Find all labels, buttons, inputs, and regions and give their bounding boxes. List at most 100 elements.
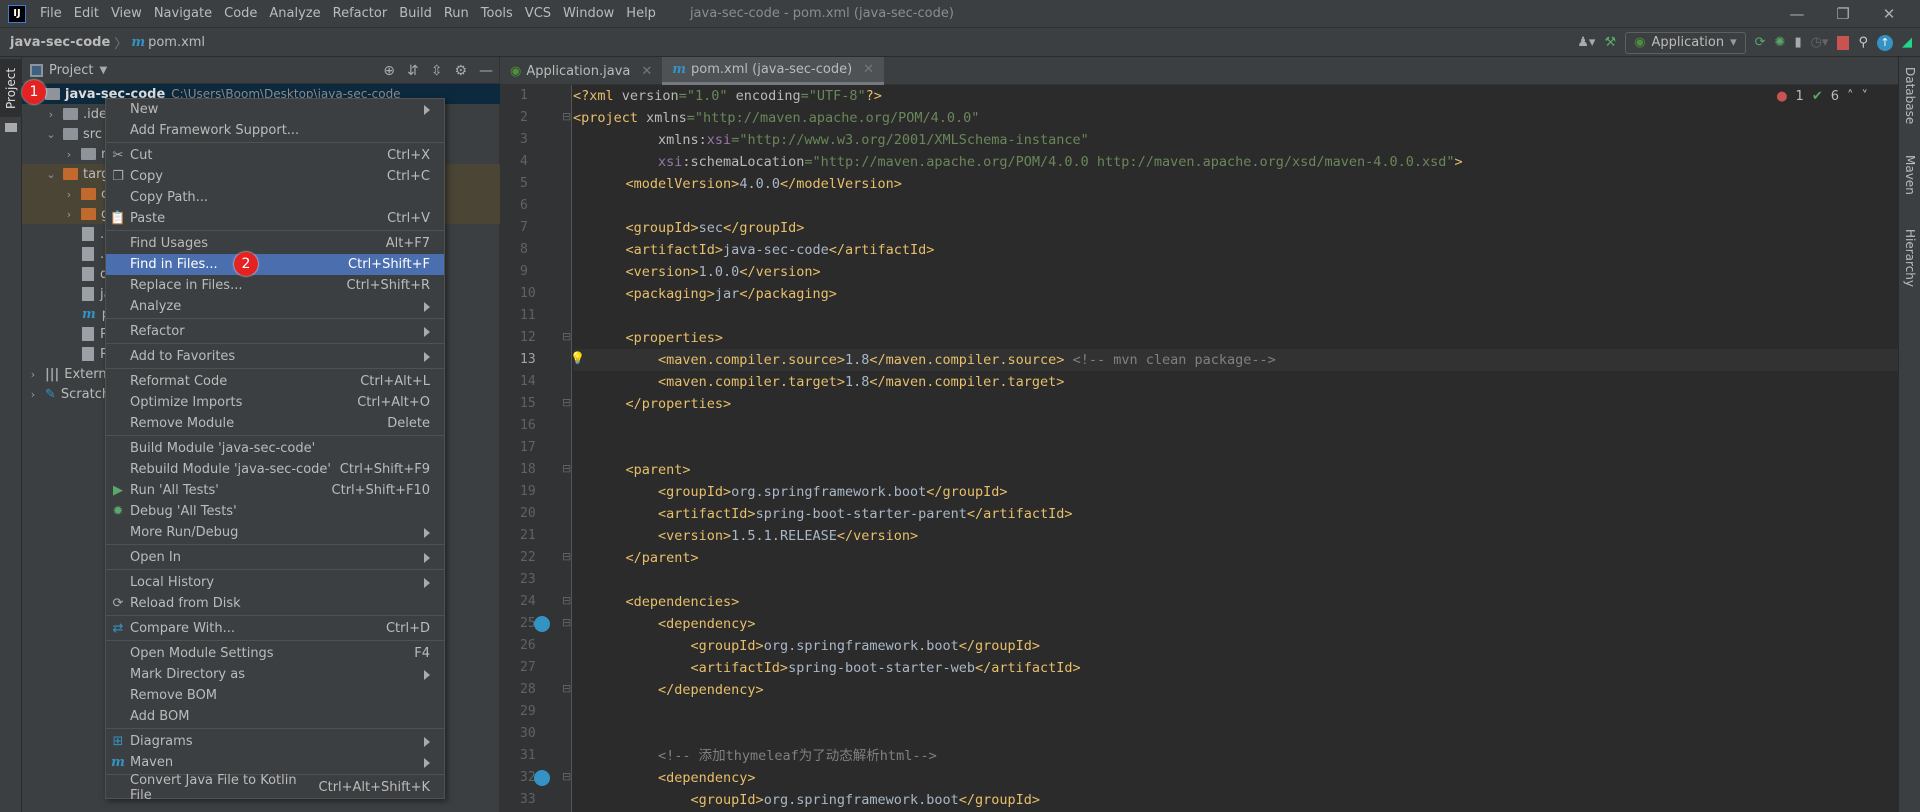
menu-navigate[interactable]: Navigate — [148, 6, 218, 21]
menu-refactor[interactable]: Refactor — [327, 6, 394, 21]
menu-item-new[interactable]: New — [106, 99, 444, 120]
chevron-right-icon[interactable]: › — [26, 368, 40, 381]
chevron-right-icon[interactable]: › — [62, 208, 76, 221]
menu-item-reformat-code[interactable]: Reformat Code Ctrl+Alt+L — [106, 371, 444, 392]
menu-item-cut[interactable]: ✂ Cut Ctrl+X — [106, 145, 444, 166]
menu-build[interactable]: Build — [393, 6, 438, 21]
project-view-select[interactable]: Project — [49, 63, 93, 78]
menu-item-run-all-tests[interactable]: ▶ Run 'All Tests' Ctrl+Shift+F10 — [106, 480, 444, 501]
menu-vcs[interactable]: VCS — [519, 6, 557, 21]
restore-button[interactable]: ❐ — [1820, 0, 1866, 28]
fold-marker-icon[interactable]: ⊟ — [562, 682, 571, 695]
code-token: <maven.compiler.source> — [593, 352, 845, 368]
menu-item-find-in-files[interactable]: Find in Files... 2 Ctrl+Shift+F — [106, 252, 444, 276]
breadcrumb-file[interactable]: pom.xml — [148, 35, 205, 50]
menu-item-more-run-debug[interactable]: More Run/Debug — [106, 522, 444, 543]
menu-item-copy[interactable]: ❐ Copy Ctrl+C — [106, 166, 444, 187]
close-window-button[interactable]: ✕ — [1866, 0, 1912, 28]
fold-marker-icon[interactable]: ⊟ — [562, 550, 571, 563]
minimize-button[interactable]: — — [1774, 0, 1820, 28]
tab-application-java[interactable]: ◉ Application.java ✕ — [500, 57, 662, 85]
menu-item-remove-bom[interactable]: Remove BOM — [106, 685, 444, 706]
menu-analyze[interactable]: Analyze — [263, 6, 326, 21]
menu-run[interactable]: Run — [438, 6, 475, 21]
fold-marker-icon[interactable]: ⊟ — [562, 770, 571, 783]
submenu-arrow-icon — [424, 577, 430, 588]
project-tool-tab[interactable]: Project — [0, 59, 22, 117]
close-tab-icon[interactable]: ✕ — [641, 64, 652, 79]
chevron-right-icon[interactable]: › — [44, 108, 58, 121]
gear-icon[interactable]: ⚙ — [454, 63, 467, 79]
menu-code[interactable]: Code — [218, 6, 263, 21]
fold-marker-icon[interactable]: ⊟ — [562, 594, 571, 607]
menu-item-add-bom[interactable]: Add BOM — [106, 706, 444, 727]
fold-marker-icon[interactable]: ⊟ — [562, 396, 571, 409]
menu-file[interactable]: File — [34, 6, 68, 21]
menu-item-compare-with[interactable]: ⇄ Compare With... Ctrl+D — [106, 618, 444, 639]
menu-item-replace-in-files[interactable]: Replace in Files... Ctrl+Shift+R — [106, 275, 444, 296]
menu-item-copy-path[interactable]: Copy Path... — [106, 187, 444, 208]
chevron-right-icon[interactable]: › — [62, 148, 76, 161]
fold-marker-icon[interactable]: ⊟ — [562, 462, 571, 475]
debug-icon[interactable]: ✺ — [1775, 35, 1786, 50]
menu-item-find-usages[interactable]: Find Usages Alt+F7 — [106, 233, 444, 254]
menu-item-convert-java-file-to-kotlin-file[interactable]: Convert Java File to Kotlin File Ctrl+Alt… — [106, 773, 444, 803]
spring-bean-gutter-icon[interactable] — [534, 770, 550, 786]
menu-item-rebuild-module-java-sec-code[interactable]: Rebuild Module 'java-sec-code' Ctrl+Shift… — [106, 459, 444, 480]
expand-all-icon[interactable]: ⇵ — [407, 63, 419, 79]
profiler-icon[interactable]: ◷▾ — [1811, 35, 1829, 50]
fold-marker-icon[interactable]: ⊟ — [562, 110, 571, 123]
menu-edit[interactable]: Edit — [68, 6, 105, 21]
menu-item-local-history[interactable]: Local History — [106, 572, 444, 593]
menu-item-remove-module[interactable]: Remove Module Delete — [106, 413, 444, 434]
menu-item-open-in[interactable]: Open In — [106, 547, 444, 568]
menu-item-diagrams[interactable]: ⊞ Diagrams — [106, 731, 444, 752]
fold-marker-icon[interactable]: ⊟ — [562, 330, 571, 343]
intention-bulb-icon[interactable]: 💡 — [570, 351, 585, 365]
coverage-icon[interactable]: ▮ — [1794, 35, 1801, 50]
menu-item-add-framework-support[interactable]: Add Framework Support... — [106, 120, 444, 141]
menu-tools[interactable]: Tools — [475, 6, 519, 21]
chevron-down-icon[interactable]: ⌄ — [44, 168, 58, 181]
collapse-all-icon[interactable]: ⇳ — [431, 63, 443, 79]
menu-item-reload-from-disk[interactable]: ⟳ Reload from Disk — [106, 593, 444, 614]
hide-icon[interactable]: — — [479, 63, 493, 79]
inspection-widget[interactable]: ● 1 ✔ 6 ˄ ˅ — [1776, 89, 1868, 104]
breadcrumb-project[interactable]: java-sec-code — [10, 35, 110, 50]
menu-item-optimize-imports[interactable]: Optimize Imports Ctrl+Alt+O — [106, 392, 444, 413]
tab-pom-xml[interactable]: m pom.xml (java-sec-code) ✕ — [662, 57, 885, 85]
next-highlight-icon[interactable]: ˅ — [1862, 89, 1869, 104]
menu-item-maven[interactable]: m Maven — [106, 752, 444, 773]
hierarchy-tool-tab[interactable]: Hierarchy — [1903, 229, 1917, 287]
spring-bean-gutter-icon[interactable] — [534, 616, 550, 632]
menu-item-add-to-favorites[interactable]: Add to Favorites — [106, 346, 444, 367]
update-icon[interactable]: ↑ — [1877, 34, 1893, 51]
menu-help[interactable]: Help — [620, 6, 662, 21]
menu-item-paste[interactable]: 📋 Paste Ctrl+V — [106, 208, 444, 229]
chevron-down-icon[interactable]: ⌄ — [44, 128, 58, 141]
menu-item-analyze[interactable]: Analyze — [106, 296, 444, 317]
close-tab-icon[interactable]: ✕ — [863, 62, 874, 77]
menu-item-open-module-settings[interactable]: Open Module Settings F4 — [106, 643, 444, 664]
search-icon[interactable]: ⚲ — [1858, 35, 1868, 50]
locate-icon[interactable]: ⊕ — [383, 63, 395, 79]
menu-item-debug-all-tests[interactable]: ✹ Debug 'All Tests' — [106, 501, 444, 522]
run-configuration-select[interactable]: ◉ Application ▾ — [1625, 31, 1746, 54]
chevron-right-icon[interactable]: › — [62, 188, 76, 201]
menu-item-refactor[interactable]: Refactor — [106, 321, 444, 342]
build-hammer-icon[interactable]: ⚒ — [1604, 35, 1616, 50]
chevron-right-icon[interactable]: › — [26, 388, 40, 401]
menu-item-mark-directory-as[interactable]: Mark Directory as — [106, 664, 444, 685]
menu-view[interactable]: View — [105, 6, 148, 21]
fold-marker-icon[interactable]: ⊟ — [562, 616, 571, 629]
vcs-user-icon[interactable]: ♟▾ — [1577, 35, 1595, 50]
database-tool-tab[interactable]: Database — [1903, 67, 1917, 124]
menu-window[interactable]: Window — [557, 6, 620, 21]
maven-tool-tab[interactable]: Maven — [1903, 155, 1917, 195]
code-with-me-icon[interactable]: ◢ — [1902, 35, 1912, 50]
menu-item-build-module-java-sec-code[interactable]: Build Module 'java-sec-code' — [106, 438, 444, 459]
stop-icon[interactable] — [1837, 35, 1850, 50]
rerun-icon[interactable]: ⟳ — [1755, 35, 1766, 50]
code-editor[interactable]: 1 2 ⊟ 3 4 5 6 7 8 9 10 11 12 ⊟ 13 14 15 ⊟ 16 17 18 ⊟ 19 20 21 22 ⊟… — [500, 85, 1898, 812]
prev-highlight-icon[interactable]: ˄ — [1847, 89, 1854, 104]
